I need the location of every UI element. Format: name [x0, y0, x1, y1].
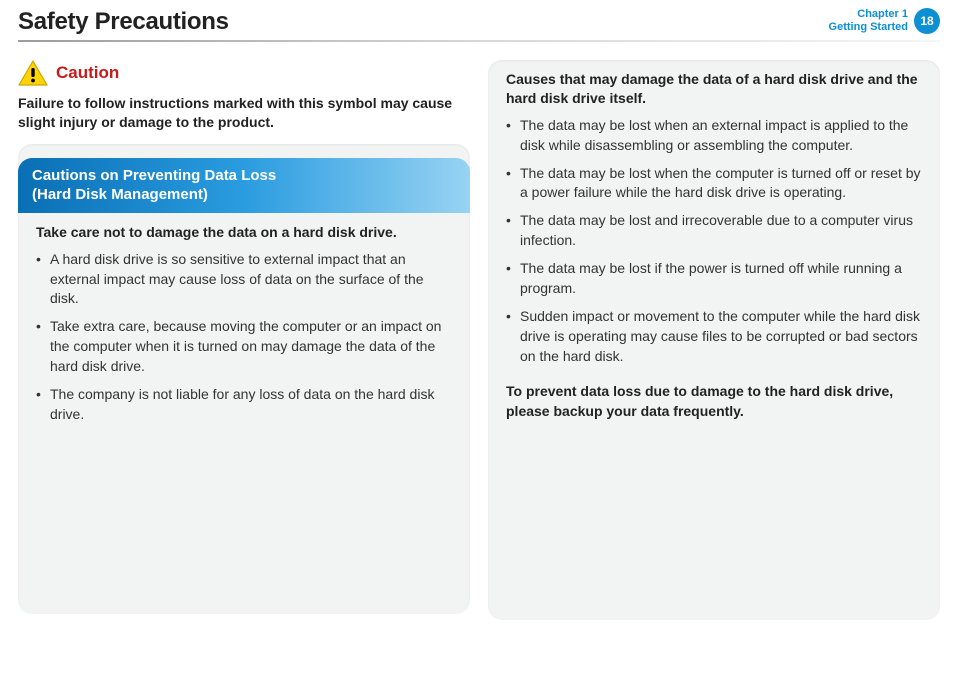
- caution-label: Caution: [56, 63, 119, 83]
- list-item: Take extra care, because moving the comp…: [36, 317, 452, 377]
- caution-description: Failure to follow instructions marked wi…: [18, 94, 470, 132]
- left-panel: Cautions on Preventing Data Loss (Hard D…: [18, 144, 470, 614]
- left-column: Caution Failure to follow instructions m…: [18, 60, 470, 614]
- chapter-line2: Getting Started: [829, 21, 908, 34]
- page-header: Safety Precautions Chapter 1 Getting Sta…: [0, 0, 954, 40]
- right-section-title: Causes that may damage the data of a har…: [488, 60, 940, 116]
- content-columns: Caution Failure to follow instructions m…: [0, 42, 954, 620]
- page-number-badge: 18: [914, 8, 940, 34]
- page-title: Safety Precautions: [18, 8, 229, 36]
- right-panel: Causes that may damage the data of a har…: [488, 60, 940, 620]
- caution-heading-row: Caution: [18, 60, 470, 86]
- left-section-title: Take care not to damage the data on a ha…: [18, 213, 470, 250]
- chapter-text: Chapter 1 Getting Started: [829, 8, 908, 33]
- closing-text: To prevent data loss due to damage to th…: [488, 378, 940, 421]
- warning-icon: [18, 60, 48, 86]
- right-column: Causes that may damage the data of a har…: [488, 60, 940, 620]
- list-item: The company is not liable for any loss o…: [36, 385, 452, 425]
- list-item: The data may be lost when the computer i…: [506, 164, 922, 204]
- list-item: The data may be lost and irrecoverable d…: [506, 211, 922, 251]
- left-panel-heading: Cautions on Preventing Data Loss (Hard D…: [18, 158, 470, 213]
- list-item: The data may be lost when an external im…: [506, 116, 922, 156]
- list-item: The data may be lost if the power is tur…: [506, 259, 922, 299]
- list-item: Sudden impact or movement to the compute…: [506, 307, 922, 367]
- chapter-block: Chapter 1 Getting Started 18: [829, 8, 940, 34]
- chapter-line1: Chapter 1: [829, 8, 908, 21]
- left-bullet-list: A hard disk drive is so sensitive to ext…: [18, 250, 470, 437]
- right-bullet-list: The data may be lost when an external im…: [488, 116, 940, 379]
- list-item: A hard disk drive is so sensitive to ext…: [36, 250, 452, 310]
